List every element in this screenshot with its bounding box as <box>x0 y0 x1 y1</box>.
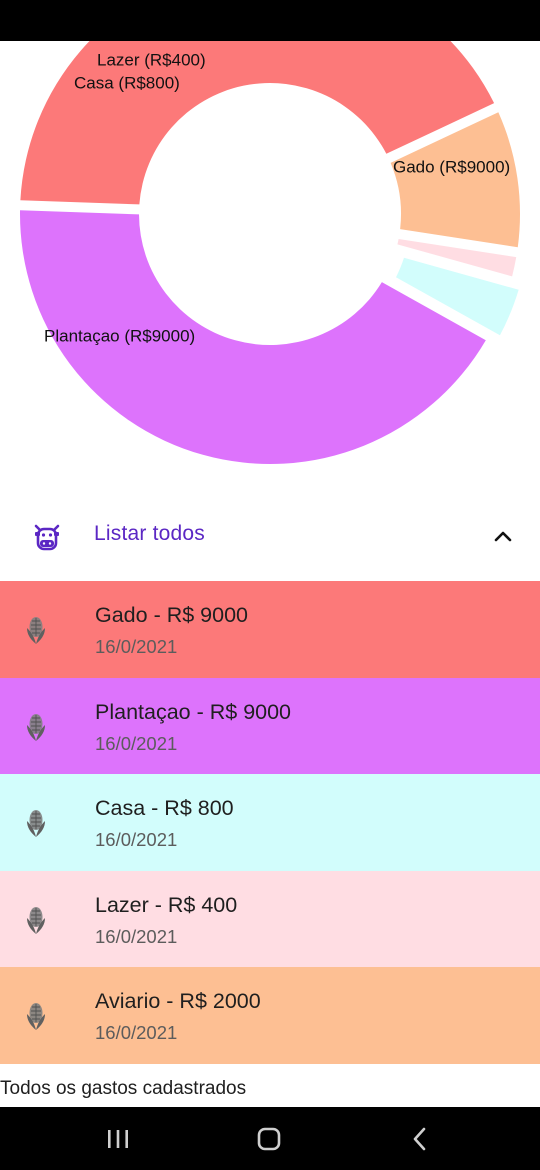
list-item-title: Aviario - R$ 2000 <box>95 989 261 1013</box>
list-all-expander[interactable]: Listar todos <box>0 505 540 567</box>
list-item-date: 16/0/2021 <box>95 1022 178 1043</box>
list-item-title: Gado - R$ 9000 <box>95 603 248 627</box>
list-item-date: 16/0/2021 <box>95 636 178 657</box>
footer-caption: Todos os gastos cadastrados <box>0 1078 247 1099</box>
list-item-date: 16/0/2021 <box>95 829 178 850</box>
corn-icon <box>27 713 45 741</box>
list-item[interactable]: Gado - R$ 9000 16/0/2021 <box>0 581 540 678</box>
corn-icon <box>27 1003 45 1030</box>
corn-icon <box>27 617 45 644</box>
corn-icon <box>27 906 45 934</box>
list-item-date: 16/0/2021 <box>95 732 178 754</box>
slice-label-gado: Gado (R$9000) <box>393 157 510 176</box>
list-item[interactable]: Casa - R$ 800 16/0/2021 <box>0 774 540 871</box>
list-item-title: Casa - R$ 800 <box>95 796 234 820</box>
home-icon[interactable] <box>254 1125 284 1153</box>
slice-label-plantaçao: Plantaçao (R$9000) <box>44 326 195 345</box>
donut-chart-svg: Gado (R$9000) Lazer (R$400) Casa (R$800) Pl… <box>19 41 520 465</box>
list-item[interactable]: Aviario - R$ 2000 16/0/2021 <box>0 967 540 1064</box>
expense-list: Gado - R$ 9000 16/0/2021 Plantaçao - R$ 90… <box>0 581 540 1064</box>
chevron-up-icon[interactable] <box>490 523 516 549</box>
list-item-title: Lazer - R$ 400 <box>95 892 238 917</box>
corn-icon <box>27 810 45 837</box>
navigation-bar <box>0 1107 540 1170</box>
expander-title: Listar todos <box>94 522 205 545</box>
donut-chart: Gado (R$9000) Lazer (R$400) Casa (R$800) Pl… <box>0 41 540 501</box>
status-bar <box>0 0 540 41</box>
slice-label-lazer: Lazer (R$400) <box>97 50 206 69</box>
back-icon[interactable] <box>405 1125 435 1153</box>
list-item[interactable]: Plantaçao - R$ 9000 16/0/2021 <box>0 677 540 774</box>
list-item-title: Plantaçao - R$ 9000 <box>95 699 292 724</box>
slice-label-casa: Casa (R$800) <box>74 73 180 92</box>
cow-icon <box>34 524 60 551</box>
recent-apps-icon[interactable] <box>103 1125 133 1153</box>
list-item[interactable]: Lazer - R$ 400 16/0/2021 <box>0 870 540 967</box>
list-item-date: 16/0/2021 <box>95 925 178 947</box>
